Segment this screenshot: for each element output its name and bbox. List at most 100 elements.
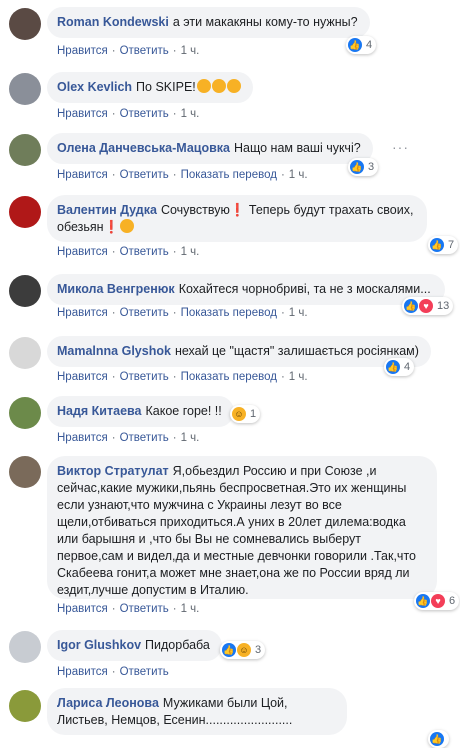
- timestamp[interactable]: 1 ч.: [181, 603, 200, 615]
- like-icon: 👍: [386, 360, 400, 374]
- timestamp[interactable]: 1 ч.: [181, 432, 200, 444]
- like-icon: 👍: [416, 594, 430, 608]
- author-name[interactable]: Mamalnna Glyshok: [57, 344, 171, 358]
- comment-bubble: Лариса Леонова Мужиками были Цой, Листьев…: [47, 688, 347, 735]
- author-name[interactable]: Roman Kondewski: [57, 15, 169, 29]
- comment-actions: Нравится · Ответить: [57, 666, 169, 678]
- reactions-badge[interactable]: 👍 ♥ 6: [414, 592, 460, 610]
- show-translation-link[interactable]: Показать перевод: [181, 371, 277, 383]
- reactions-badge[interactable]: 👍: [428, 730, 449, 748]
- like-link[interactable]: Нравится: [57, 371, 108, 383]
- timestamp[interactable]: 1 ч.: [181, 246, 200, 258]
- avatar[interactable]: [9, 456, 41, 488]
- comment-text: а эти макакяны кому-то нужны?: [172, 15, 358, 29]
- comment-actions: Нравится · Ответить · 1 ч.: [57, 108, 200, 120]
- love-icon: ♥: [431, 594, 445, 608]
- like-link[interactable]: Нравится: [57, 307, 108, 319]
- like-icon: 👍: [348, 38, 362, 52]
- avatar[interactable]: [9, 73, 41, 105]
- laughing-emoji-icon: [196, 79, 211, 93]
- timestamp[interactable]: 1 ч.: [181, 108, 200, 120]
- avatar[interactable]: [9, 397, 41, 429]
- avatar[interactable]: [9, 275, 41, 307]
- comment-text: Пидорбаба: [145, 638, 210, 652]
- show-translation-link[interactable]: Показать перевод: [181, 307, 277, 319]
- reactions-badge[interactable]: ☺ 1: [230, 405, 261, 423]
- comment-actions: Нравится · Ответить · 1 ч.: [57, 45, 200, 57]
- show-translation-link[interactable]: Показать перевод: [181, 169, 277, 181]
- comment-bubble: Igor Glushkov Пидорбаба: [47, 630, 222, 661]
- like-icon: 👍: [404, 299, 418, 313]
- like-icon: 👍: [430, 238, 444, 252]
- comment-text: Я,обьездил Россию и при Союзе ,и сейчас,…: [57, 464, 416, 597]
- comment-text: Нащо нам ваші чукчі?: [234, 141, 361, 155]
- like-icon: 👍: [430, 732, 444, 746]
- reactions-badge[interactable]: 👍 3: [348, 158, 379, 176]
- author-name[interactable]: Надя Китаева: [57, 404, 142, 418]
- comment-bubble: Надя Китаева Какое горе! !!: [47, 396, 234, 427]
- reactions-badge[interactable]: 👍 ♥ 13: [402, 297, 454, 315]
- author-name[interactable]: Виктор Стратулат: [57, 464, 169, 478]
- like-link[interactable]: Нравится: [57, 666, 108, 678]
- reactions-badge[interactable]: 👍 4: [384, 358, 415, 376]
- comment-bubble: Олена Данчевська-Мацовка Нащо нам ваші чу…: [47, 133, 373, 164]
- timestamp[interactable]: 1 ч.: [181, 45, 200, 57]
- comment-bubble: Валентин Дудка Сочувствую❗ Теперь будут т…: [47, 195, 427, 242]
- more-options-icon[interactable]: ···: [392, 139, 409, 155]
- author-name[interactable]: Лариса Леонова: [57, 696, 159, 710]
- comment-actions: Нравится · Ответить · Показать перевод · 1 ч.: [57, 169, 308, 181]
- avatar[interactable]: [9, 690, 41, 722]
- comment-actions: Нравится · Ответить · 1 ч.: [57, 246, 200, 258]
- author-name[interactable]: Олена Данчевська-Мацовка: [57, 141, 230, 155]
- comment-bubble: Mamalnna Glyshok нехай це "щастя" залишає…: [47, 336, 431, 367]
- reactions-badge[interactable]: 👍 4: [346, 36, 377, 54]
- haha-icon: ☺: [237, 643, 251, 657]
- author-name[interactable]: Валентин Дудка: [57, 203, 157, 217]
- comment-bubble: Roman Kondewski а эти макакяны кому-то ну…: [47, 7, 370, 38]
- comment-bubble: Микола Венгренюк Кохайтеся чорнобриві, та…: [47, 274, 445, 305]
- laughing-emoji-icon: [211, 79, 226, 93]
- love-icon: ♥: [419, 299, 433, 313]
- comment-actions: Нравится · Ответить · Показать перевод · 1 ч.: [57, 371, 308, 383]
- laughing-emoji-icon: [120, 219, 135, 233]
- reply-link[interactable]: Ответить: [120, 108, 169, 120]
- reply-link[interactable]: Ответить: [120, 603, 169, 615]
- timestamp[interactable]: 1 ч.: [289, 371, 308, 383]
- avatar[interactable]: [9, 631, 41, 663]
- reply-link[interactable]: Ответить: [120, 246, 169, 258]
- like-link[interactable]: Нравится: [57, 108, 108, 120]
- timestamp[interactable]: 1 ч.: [289, 307, 308, 319]
- author-name[interactable]: Igor Glushkov: [57, 638, 141, 652]
- comment-bubble: Olex Kevlich По SKIPE!: [47, 72, 253, 103]
- reply-link[interactable]: Ответить: [120, 45, 169, 57]
- reply-link[interactable]: Ответить: [120, 666, 169, 678]
- comment-actions: Нравится · Ответить · 1 ч.: [57, 603, 200, 615]
- reply-link[interactable]: Ответить: [120, 432, 169, 444]
- comment-text: Какое горе! !!: [145, 404, 222, 418]
- author-name[interactable]: Микола Венгренюк: [57, 282, 175, 296]
- like-link[interactable]: Нравится: [57, 246, 108, 258]
- avatar[interactable]: [9, 8, 41, 40]
- like-icon: 👍: [222, 643, 236, 657]
- timestamp[interactable]: 1 ч.: [289, 169, 308, 181]
- haha-icon: ☺: [232, 407, 246, 421]
- avatar[interactable]: [9, 196, 41, 228]
- avatar[interactable]: [9, 134, 41, 166]
- reply-link[interactable]: Ответить: [120, 307, 169, 319]
- author-name[interactable]: Olex Kevlich: [57, 80, 132, 94]
- comment-text: Кохайтеся чорнобриві, та не з москалями.…: [178, 282, 431, 296]
- comment-actions: Нравится · Ответить · 1 ч.: [57, 432, 200, 444]
- reply-link[interactable]: Ответить: [120, 169, 169, 181]
- comment-text: По SKIPE!: [136, 80, 196, 94]
- comment-text: нехай це "щастя" залишається росіянкам): [174, 344, 419, 358]
- like-link[interactable]: Нравится: [57, 432, 108, 444]
- reactions-badge[interactable]: 👍 ☺ 3: [220, 641, 266, 659]
- like-link[interactable]: Нравится: [57, 603, 108, 615]
- avatar[interactable]: [9, 337, 41, 369]
- like-link[interactable]: Нравится: [57, 169, 108, 181]
- like-link[interactable]: Нравится: [57, 45, 108, 57]
- comment-bubble: Виктор Стратулат Я,обьездил Россию и при …: [47, 456, 437, 599]
- reactions-badge[interactable]: 👍 7: [428, 236, 459, 254]
- comment-actions: Нравится · Ответить · Показать перевод · 1 ч.: [57, 307, 308, 319]
- reply-link[interactable]: Ответить: [120, 371, 169, 383]
